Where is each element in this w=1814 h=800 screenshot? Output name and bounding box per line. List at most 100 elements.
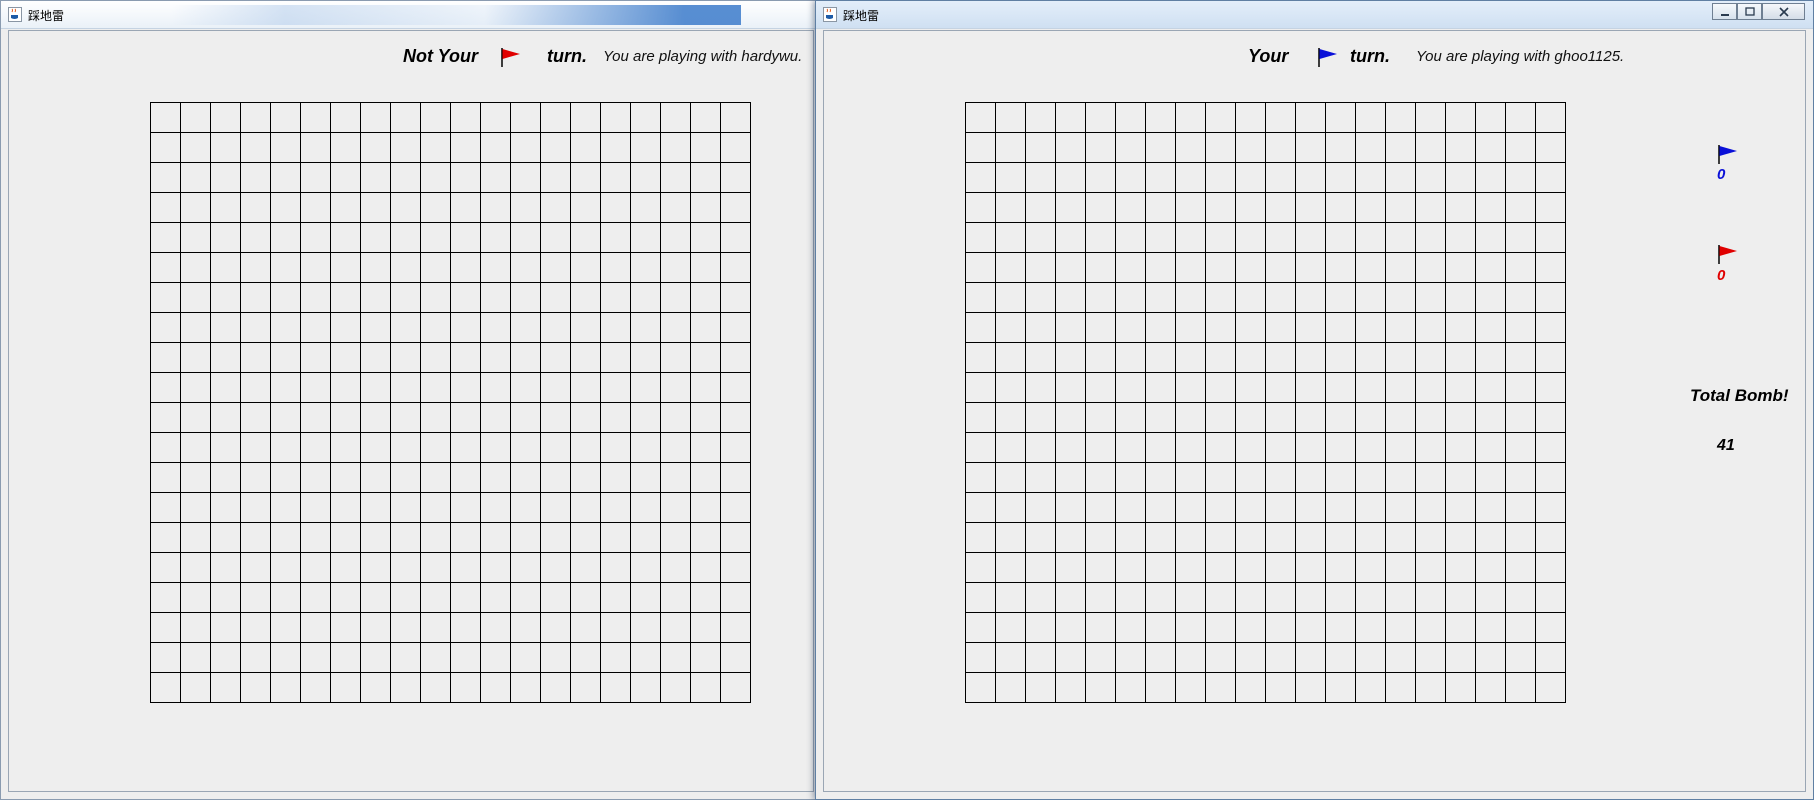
grid-cell[interactable] <box>1056 133 1086 163</box>
grid-cell[interactable] <box>1416 403 1446 433</box>
grid-cell[interactable] <box>691 373 721 403</box>
grid-cell[interactable] <box>541 343 571 373</box>
grid-cell[interactable] <box>631 103 661 133</box>
grid-cell[interactable] <box>1356 493 1386 523</box>
grid-cell[interactable] <box>511 193 541 223</box>
grid-cell[interactable] <box>1176 463 1206 493</box>
grid-cell[interactable] <box>1176 643 1206 673</box>
grid-cell[interactable] <box>1026 463 1056 493</box>
grid-cell[interactable] <box>331 403 361 433</box>
grid-cell[interactable] <box>211 163 241 193</box>
grid-cell[interactable] <box>1056 403 1086 433</box>
grid-cell[interactable] <box>631 523 661 553</box>
grid-cell[interactable] <box>1296 253 1326 283</box>
grid-cell[interactable] <box>1266 133 1296 163</box>
grid-cell[interactable] <box>1446 403 1476 433</box>
grid-cell[interactable] <box>691 643 721 673</box>
grid-cell[interactable] <box>1206 493 1236 523</box>
grid-cell[interactable] <box>1026 673 1056 703</box>
grid-cell[interactable] <box>661 673 691 703</box>
grid-cell[interactable] <box>571 493 601 523</box>
grid-cell[interactable] <box>481 163 511 193</box>
grid-cell[interactable] <box>1266 553 1296 583</box>
grid-cell[interactable] <box>1536 673 1566 703</box>
grid-cell[interactable] <box>601 253 631 283</box>
grid-cell[interactable] <box>1236 583 1266 613</box>
grid-cell[interactable] <box>271 613 301 643</box>
grid-cell[interactable] <box>271 223 301 253</box>
grid-cell[interactable] <box>1356 343 1386 373</box>
grid-cell[interactable] <box>1326 253 1356 283</box>
grid-cell[interactable] <box>1476 313 1506 343</box>
grid-cell[interactable] <box>721 403 751 433</box>
grid-cell[interactable] <box>1356 433 1386 463</box>
grid-cell[interactable] <box>996 613 1026 643</box>
grid-cell[interactable] <box>451 613 481 643</box>
grid-cell[interactable] <box>1206 553 1236 583</box>
grid-cell[interactable] <box>151 253 181 283</box>
grid-cell[interactable] <box>1116 553 1146 583</box>
grid-cell[interactable] <box>1386 103 1416 133</box>
grid-cell[interactable] <box>331 193 361 223</box>
grid-cell[interactable] <box>571 583 601 613</box>
grid-cell[interactable] <box>151 133 181 163</box>
grid-cell[interactable] <box>1416 553 1446 583</box>
grid-cell[interactable] <box>1116 403 1146 433</box>
grid-cell[interactable] <box>601 583 631 613</box>
grid-cell[interactable] <box>1446 373 1476 403</box>
grid-cell[interactable] <box>1386 313 1416 343</box>
grid-cell[interactable] <box>481 433 511 463</box>
grid-cell[interactable] <box>1356 223 1386 253</box>
grid-cell[interactable] <box>181 463 211 493</box>
grid-cell[interactable] <box>541 553 571 583</box>
grid-cell[interactable] <box>151 583 181 613</box>
grid-cell[interactable] <box>1146 583 1176 613</box>
grid-cell[interactable] <box>1386 463 1416 493</box>
grid-cell[interactable] <box>661 433 691 463</box>
grid-cell[interactable] <box>1416 463 1446 493</box>
grid-cell[interactable] <box>661 103 691 133</box>
grid-cell[interactable] <box>331 223 361 253</box>
grid-cell[interactable] <box>1326 373 1356 403</box>
grid-cell[interactable] <box>301 673 331 703</box>
grid-cell[interactable] <box>1326 433 1356 463</box>
grid-cell[interactable] <box>451 193 481 223</box>
grid-cell[interactable] <box>1296 583 1326 613</box>
grid-cell[interactable] <box>996 253 1026 283</box>
grid-cell[interactable] <box>241 253 271 283</box>
grid-cell[interactable] <box>1446 463 1476 493</box>
grid-cell[interactable] <box>1236 103 1266 133</box>
grid-cell[interactable] <box>1386 343 1416 373</box>
grid-cell[interactable] <box>541 673 571 703</box>
grid-cell[interactable] <box>601 283 631 313</box>
grid-cell[interactable] <box>1476 373 1506 403</box>
grid-cell[interactable] <box>301 493 331 523</box>
grid-cell[interactable] <box>1536 103 1566 133</box>
grid-cell[interactable] <box>421 433 451 463</box>
grid-cell[interactable] <box>301 403 331 433</box>
grid-cell[interactable] <box>1326 643 1356 673</box>
grid-cell[interactable] <box>1086 163 1116 193</box>
grid-cell[interactable] <box>511 463 541 493</box>
grid-cell[interactable] <box>241 673 271 703</box>
grid-cell[interactable] <box>1326 133 1356 163</box>
grid-cell[interactable] <box>1056 343 1086 373</box>
grid-cell[interactable] <box>966 103 996 133</box>
grid-cell[interactable] <box>451 493 481 523</box>
grid-cell[interactable] <box>1266 493 1296 523</box>
grid-cell[interactable] <box>1206 403 1236 433</box>
grid-cell[interactable] <box>1446 283 1476 313</box>
grid-cell[interactable] <box>151 193 181 223</box>
grid-cell[interactable] <box>1446 253 1476 283</box>
grid-cell[interactable] <box>1116 313 1146 343</box>
grid-cell[interactable] <box>1086 493 1116 523</box>
grid-cell[interactable] <box>421 223 451 253</box>
grid-cell[interactable] <box>1386 523 1416 553</box>
grid-cell[interactable] <box>1536 403 1566 433</box>
grid-cell[interactable] <box>1506 133 1536 163</box>
grid-cell[interactable] <box>241 403 271 433</box>
grid-cell[interactable] <box>1056 283 1086 313</box>
grid-cell[interactable] <box>571 313 601 343</box>
grid-cell[interactable] <box>1266 343 1296 373</box>
grid-cell[interactable] <box>361 523 391 553</box>
